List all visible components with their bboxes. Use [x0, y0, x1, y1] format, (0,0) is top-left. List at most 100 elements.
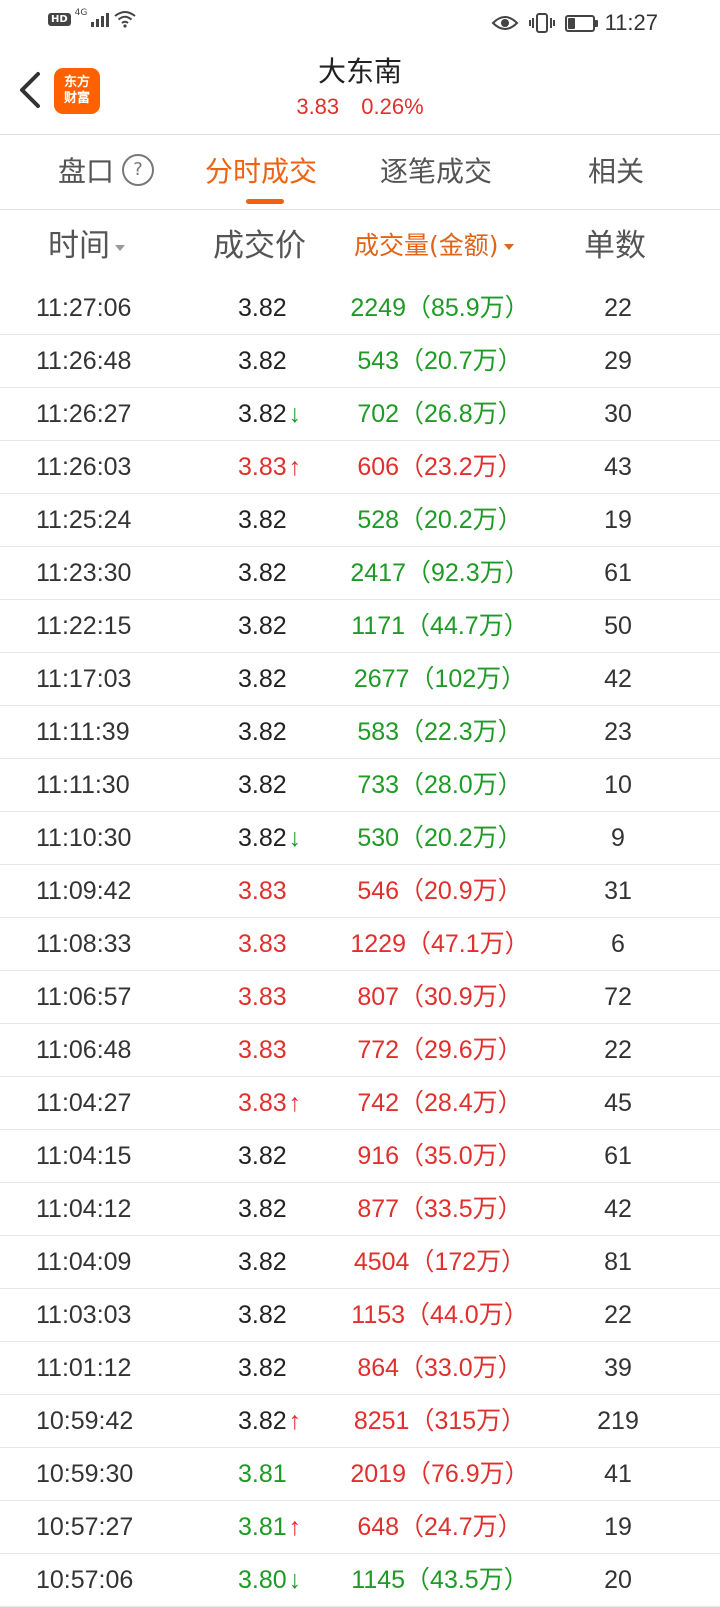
trade-price-value: 3.82	[238, 347, 287, 375]
trade-price: 3.83	[238, 971, 287, 1023]
trade-row[interactable]: 10:59:42 3.82↑ 8251（315万） 219	[0, 1395, 720, 1448]
trade-volume: 543（20.7万）	[357, 347, 523, 375]
trade-price: 3.82	[238, 1236, 287, 1288]
trade-count: 42	[604, 665, 632, 693]
trade-count: 31	[604, 877, 632, 905]
trade-count: 39	[604, 1354, 632, 1382]
trade-time: 11:09:42	[36, 877, 132, 905]
trade-price-value: 3.83	[238, 1036, 287, 1064]
trade-count: 20	[604, 1566, 632, 1594]
trade-price: 3.82	[238, 282, 287, 334]
trade-volume: 742（28.4万）	[357, 1089, 523, 1117]
trade-count: 9	[611, 824, 625, 852]
trade-price-value: 3.82	[238, 1354, 287, 1382]
trade-price-value: 3.81	[238, 1460, 287, 1488]
battery-icon	[564, 14, 598, 32]
trade-time: 10:59:42	[36, 1407, 134, 1435]
trade-row[interactable]: 10:59:30 3.81 2019（76.9万） 41	[0, 1448, 720, 1501]
trade-count: 45	[604, 1089, 632, 1117]
trade-row[interactable]: 11:23:30 3.82 2417（92.3万） 61	[0, 547, 720, 600]
trade-row[interactable]: 11:11:39 3.82 583（22.3万） 23	[0, 706, 720, 759]
tab-fenshi-chengjiao[interactable]: 分时成交	[205, 135, 317, 209]
trade-row[interactable]: 11:01:12 3.82 864（33.0万） 39	[0, 1342, 720, 1395]
trade-row[interactable]: 11:25:24 3.82 528（20.2万） 19	[0, 494, 720, 547]
trade-time: 11:11:30	[36, 771, 130, 799]
trade-count: 22	[604, 1036, 632, 1064]
trade-count: 19	[604, 1513, 632, 1541]
trade-row[interactable]: 11:06:57 3.83 807（30.9万） 72	[0, 971, 720, 1024]
trade-row[interactable]: 11:26:27 3.82↓ 702（26.8万） 30	[0, 388, 720, 441]
trade-row[interactable]: 11:11:30 3.82 733（28.0万） 10	[0, 759, 720, 812]
trade-price: 3.82	[238, 706, 287, 758]
col-time-label: 时间	[48, 228, 110, 264]
trade-row[interactable]: 11:26:48 3.82 543（20.7万） 29	[0, 335, 720, 388]
trade-count: 29	[604, 347, 632, 375]
trade-count: 219	[597, 1407, 639, 1435]
trade-row[interactable]: 11:26:03 3.83↑ 606（23.2万） 43	[0, 441, 720, 494]
trade-row[interactable]: 11:08:33 3.83 1229（47.1万） 6	[0, 918, 720, 971]
trade-count: 10	[604, 771, 632, 799]
tab-bar: 盘口? 分时成交 逐笔成交 相关	[0, 135, 720, 210]
trade-row[interactable]: 11:04:12 3.82 877（33.5万） 42	[0, 1183, 720, 1236]
trade-row[interactable]: 11:04:09 3.82 4504（172万） 81	[0, 1236, 720, 1289]
trade-price: 3.83	[238, 918, 287, 970]
trade-row[interactable]: 11:17:03 3.82 2677（102万） 42	[0, 653, 720, 706]
trade-count: 61	[604, 559, 632, 587]
trade-list[interactable]: 11:27:06 3.82 2249（85.9万） 22 11:26:48 3.82 543…	[0, 282, 720, 1607]
trade-price-value: 3.81	[238, 1513, 287, 1541]
trade-price: 3.83	[238, 1024, 287, 1076]
tab-pankou[interactable]: 盘口?	[58, 135, 155, 209]
col-time-sort[interactable]: 时间	[48, 210, 125, 282]
tab-zhubi-chengjiao[interactable]: 逐笔成交	[380, 135, 492, 209]
trade-row[interactable]: 10:57:06 3.80↓ 1145（43.5万） 20	[0, 1554, 720, 1607]
trade-volume: 702（26.8万）	[357, 400, 523, 428]
trade-volume: 864（33.0万）	[357, 1354, 523, 1382]
trade-count: 72	[604, 983, 632, 1011]
trade-row[interactable]: 11:03:03 3.82 1153（44.0万） 22	[0, 1289, 720, 1342]
trade-count: 61	[604, 1142, 632, 1170]
col-volume-sort[interactable]: 成交量(金额)	[354, 210, 514, 282]
trade-volume: 733（28.0万）	[357, 771, 523, 799]
trade-row[interactable]: 11:27:06 3.82 2249（85.9万） 22	[0, 282, 720, 335]
trade-volume: 530（20.2万）	[357, 824, 523, 852]
tab-label: 盘口	[58, 155, 115, 188]
help-icon[interactable]: ?	[122, 154, 155, 186]
tab-xiangguan[interactable]: 相关	[588, 135, 644, 209]
trade-volume: 1145（43.5万）	[351, 1566, 529, 1594]
trade-row[interactable]: 11:06:48 3.83 772（29.6万） 22	[0, 1024, 720, 1077]
status-time: 11:27	[604, 10, 658, 35]
trade-time: 11:26:03	[36, 453, 132, 481]
trade-time: 11:01:12	[36, 1354, 132, 1382]
trade-time: 11:04:27	[36, 1089, 132, 1117]
trade-volume: 8251（315万）	[353, 1407, 527, 1435]
trade-time: 11:22:15	[36, 612, 132, 640]
trade-volume: 2417（92.3万）	[350, 559, 530, 587]
wifi-icon	[114, 11, 136, 28]
trade-time: 10:57:27	[36, 1513, 134, 1541]
caret-down-icon	[503, 244, 514, 250]
trade-price-value: 3.80	[238, 1566, 287, 1594]
trade-price: 3.82	[238, 547, 287, 599]
trade-row[interactable]: 11:04:15 3.82 916（35.0万） 61	[0, 1130, 720, 1183]
trade-row[interactable]: 11:22:15 3.82 1171（44.7万） 50	[0, 600, 720, 653]
trade-time: 11:04:09	[36, 1248, 132, 1276]
trade-volume: 606（23.2万）	[357, 453, 523, 481]
trade-row[interactable]: 11:04:27 3.83↑ 742（28.4万） 45	[0, 1077, 720, 1130]
trade-count: 6	[611, 930, 625, 958]
stock-price: 3.83	[296, 94, 340, 119]
trade-time: 11:17:03	[36, 665, 132, 693]
trade-count: 81	[604, 1248, 632, 1276]
trade-volume: 807（30.9万）	[357, 983, 523, 1011]
trade-time: 11:04:15	[36, 1142, 132, 1170]
trade-count: 30	[604, 400, 632, 428]
col-price-label: 成交价	[213, 228, 306, 264]
trade-row[interactable]: 11:09:42 3.83 546（20.9万） 31	[0, 865, 720, 918]
trade-row[interactable]: 11:10:30 3.82↓ 530（20.2万） 9	[0, 812, 720, 865]
trade-row[interactable]: 10:57:27 3.81↑ 648（24.7万） 19	[0, 1501, 720, 1554]
signal-icon	[91, 11, 110, 27]
status-right: 11:27	[491, 10, 658, 36]
header: 东方 财富 大东南 3.83 0.26%	[0, 46, 720, 135]
active-tab-indicator	[246, 199, 284, 204]
trade-price-value: 3.82	[238, 294, 287, 322]
trade-count: 43	[604, 453, 632, 481]
